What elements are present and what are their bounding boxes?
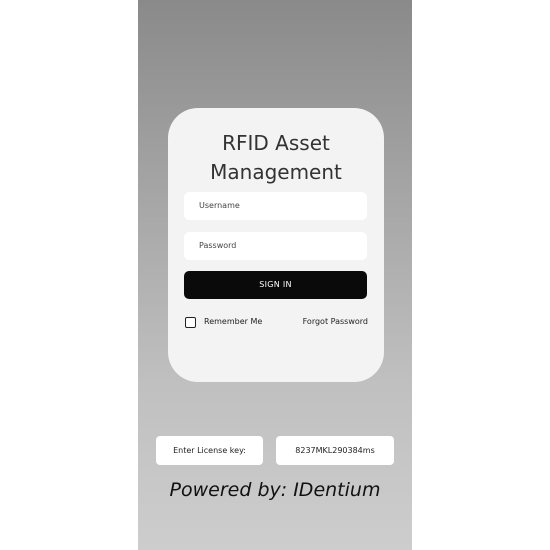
- forgot-password-link[interactable]: Forgot Password: [303, 316, 368, 328]
- license-key-label: Enter License key:: [156, 436, 263, 465]
- remember-me-label[interactable]: Remember Me: [204, 316, 262, 328]
- app-screen: RFID Asset Management Username Password …: [138, 0, 412, 550]
- powered-by-text: Powered by: IDentium: [169, 479, 381, 501]
- license-key-input[interactable]: 8237MKL290384ms: [276, 436, 394, 465]
- license-key-label-text: Enter License key:: [173, 446, 246, 455]
- app-title: RFID Asset Management: [168, 129, 384, 187]
- password-input[interactable]: Password: [184, 232, 367, 260]
- username-input[interactable]: Username: [184, 192, 367, 220]
- license-key-value: 8237MKL290384ms: [295, 446, 375, 455]
- app-title-line-1: RFID Asset: [222, 131, 330, 155]
- app-title-line-2: Management: [210, 160, 342, 184]
- remember-me-checkbox[interactable]: [185, 317, 196, 328]
- password-placeholder: Password: [199, 241, 237, 250]
- sign-in-button[interactable]: SIGN IN: [184, 271, 367, 299]
- username-placeholder: Username: [199, 201, 240, 210]
- sign-in-label: SIGN IN: [259, 280, 292, 289]
- login-card: RFID Asset Management Username Password …: [168, 108, 384, 382]
